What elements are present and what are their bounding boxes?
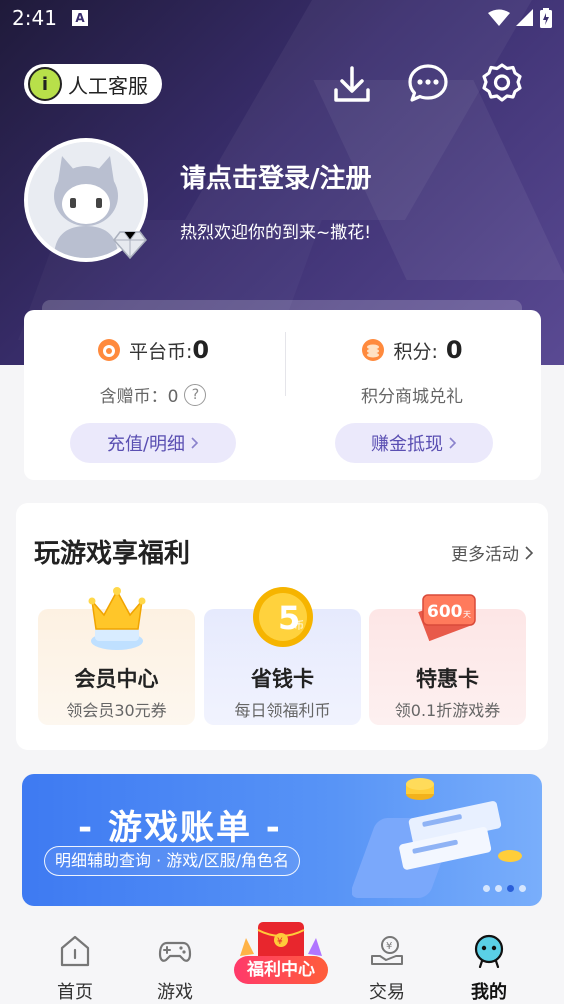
cellular-signal-icon xyxy=(516,9,533,26)
battery-icon xyxy=(540,8,552,28)
section-title: 玩游戏享福利 xyxy=(34,539,191,569)
download-icon[interactable] xyxy=(330,62,374,106)
banner-title: - 游戏账单 - xyxy=(78,808,282,848)
coin-badge-unit: 币 xyxy=(294,620,304,632)
crown-icon xyxy=(88,587,146,650)
tab-trade[interactable]: ¥ 交易 xyxy=(337,930,437,1004)
carousel-dot xyxy=(507,885,514,892)
tab-home[interactable]: 首页 xyxy=(25,930,125,1004)
welfare-center-label: 福利中心 xyxy=(234,956,328,984)
discount-card[interactable]: 600 天 特惠卡 领0.1折游戏券 xyxy=(369,594,526,725)
chevron-right-icon xyxy=(191,437,199,449)
carousel-dot xyxy=(519,885,526,892)
ticket-badge-number: 600 xyxy=(427,602,463,622)
tab-home-label: 首页 xyxy=(57,982,93,1003)
points-label: 积分: xyxy=(393,340,438,363)
member-center-title: 会员中心 xyxy=(74,667,159,691)
points-row: 积分: 0 xyxy=(283,336,541,364)
carousel-indicator xyxy=(483,885,526,892)
platform-coin-value: 0 xyxy=(192,336,210,364)
status-icons xyxy=(488,8,552,28)
ticket-icon: 600 天 xyxy=(418,594,476,642)
savings-card[interactable]: 5 币 省钱卡 每日领福利币 xyxy=(204,587,361,725)
savings-card-subtitle: 每日领福利币 xyxy=(234,701,331,720)
login-register-link[interactable]: 请点击登录/注册 xyxy=(180,158,372,195)
trade-icon: ¥ xyxy=(371,936,403,965)
tab-profile-label: 我的 xyxy=(471,982,507,1003)
gift-coin-row: 含赠币：0 ? xyxy=(24,382,282,407)
more-activities-label: 更多活动 xyxy=(451,545,519,565)
wifi-icon xyxy=(488,9,510,26)
savings-card-title: 省钱卡 xyxy=(251,667,314,691)
tab-profile[interactable]: 我的 xyxy=(439,930,539,1004)
gamepad-icon xyxy=(158,941,192,962)
recharge-details-button[interactable]: 充值/明细 xyxy=(70,423,236,463)
earn-gold-label: 赚金抵现 xyxy=(371,434,443,455)
member-center-subtitle: 领会员30元券 xyxy=(66,701,167,720)
more-activities-link[interactable]: 更多活动 xyxy=(451,540,534,565)
vip-diamond-icon xyxy=(113,231,147,260)
platform-coin-icon xyxy=(97,339,120,361)
discount-card-title: 特惠卡 xyxy=(416,667,479,691)
points-mall-row: 积分商城兑礼 xyxy=(283,382,541,407)
platform-coin-section: 平台币: 0 含赠币：0 ? 充值/明细 xyxy=(24,310,282,480)
customer-service-icon: i xyxy=(28,67,62,101)
help-icon[interactable]: ? xyxy=(184,383,207,406)
carousel-dot xyxy=(495,885,502,892)
member-center-card[interactable]: 会员中心 领会员30元券 xyxy=(38,587,195,725)
platform-coin-label: 平台币: xyxy=(128,340,193,363)
customer-service-label: 人工客服 xyxy=(68,73,148,98)
points-value: 0 xyxy=(445,336,463,364)
points-section: 积分: 0 积分商城兑礼 赚金抵现 xyxy=(283,310,541,480)
message-icon[interactable] xyxy=(406,62,450,106)
chevron-right-icon xyxy=(449,437,457,449)
points-icon xyxy=(362,339,385,361)
svg-text:¥: ¥ xyxy=(386,941,392,952)
recharge-details-label: 充值/明细 xyxy=(106,434,186,455)
tab-trade-label: 交易 xyxy=(369,982,405,1003)
welcome-text: 热烈欢迎你的到来~撒花! xyxy=(180,223,372,243)
earn-gold-button[interactable]: 赚金抵现 xyxy=(335,423,493,463)
carousel-dot xyxy=(483,885,490,892)
home-icon xyxy=(60,935,90,967)
game-benefits-section: 玩游戏享福利 更多活动 会员中心 领会员30元券 5 币 省钱卡 每日领福利币 … xyxy=(16,503,548,750)
settings-icon[interactable] xyxy=(480,62,524,106)
customer-service-button[interactable]: i 人工客服 xyxy=(24,64,162,104)
wallet-card: 平台币: 0 含赠币：0 ? 充值/明细 积分: 0 积分商城兑礼 赚金抵现 xyxy=(24,310,541,480)
notification-icon: A xyxy=(72,10,88,26)
welfare-center-button[interactable]: ¥ 福利中心 xyxy=(230,916,332,996)
game-bill-banner[interactable]: - 游戏账单 - 明细辅助查询 · 游戏/区服/角色名 xyxy=(22,774,542,906)
status-bar: 2:41 A xyxy=(0,0,564,36)
welfare-coin-symbol: ¥ xyxy=(277,937,283,947)
platform-coin-row: 平台币: 0 xyxy=(24,336,282,364)
tab-games[interactable]: 游戏 xyxy=(125,930,225,1004)
chevron-right-icon xyxy=(525,545,534,560)
profile-icon xyxy=(474,934,504,968)
tab-games-label: 游戏 xyxy=(157,982,193,1003)
gold-coin-icon: 5 币 xyxy=(253,587,313,647)
ticket-badge-unit: 天 xyxy=(463,610,471,619)
status-time: 2:41 xyxy=(12,6,57,30)
banner-subtitle: 明细辅助查询 · 游戏/区服/角色名 xyxy=(44,846,301,876)
points-mall-text[interactable]: 积分商城兑礼 xyxy=(361,382,463,407)
discount-card-subtitle: 领0.1折游戏券 xyxy=(394,701,501,720)
gift-coin-text: 含赠币：0 xyxy=(99,387,179,407)
